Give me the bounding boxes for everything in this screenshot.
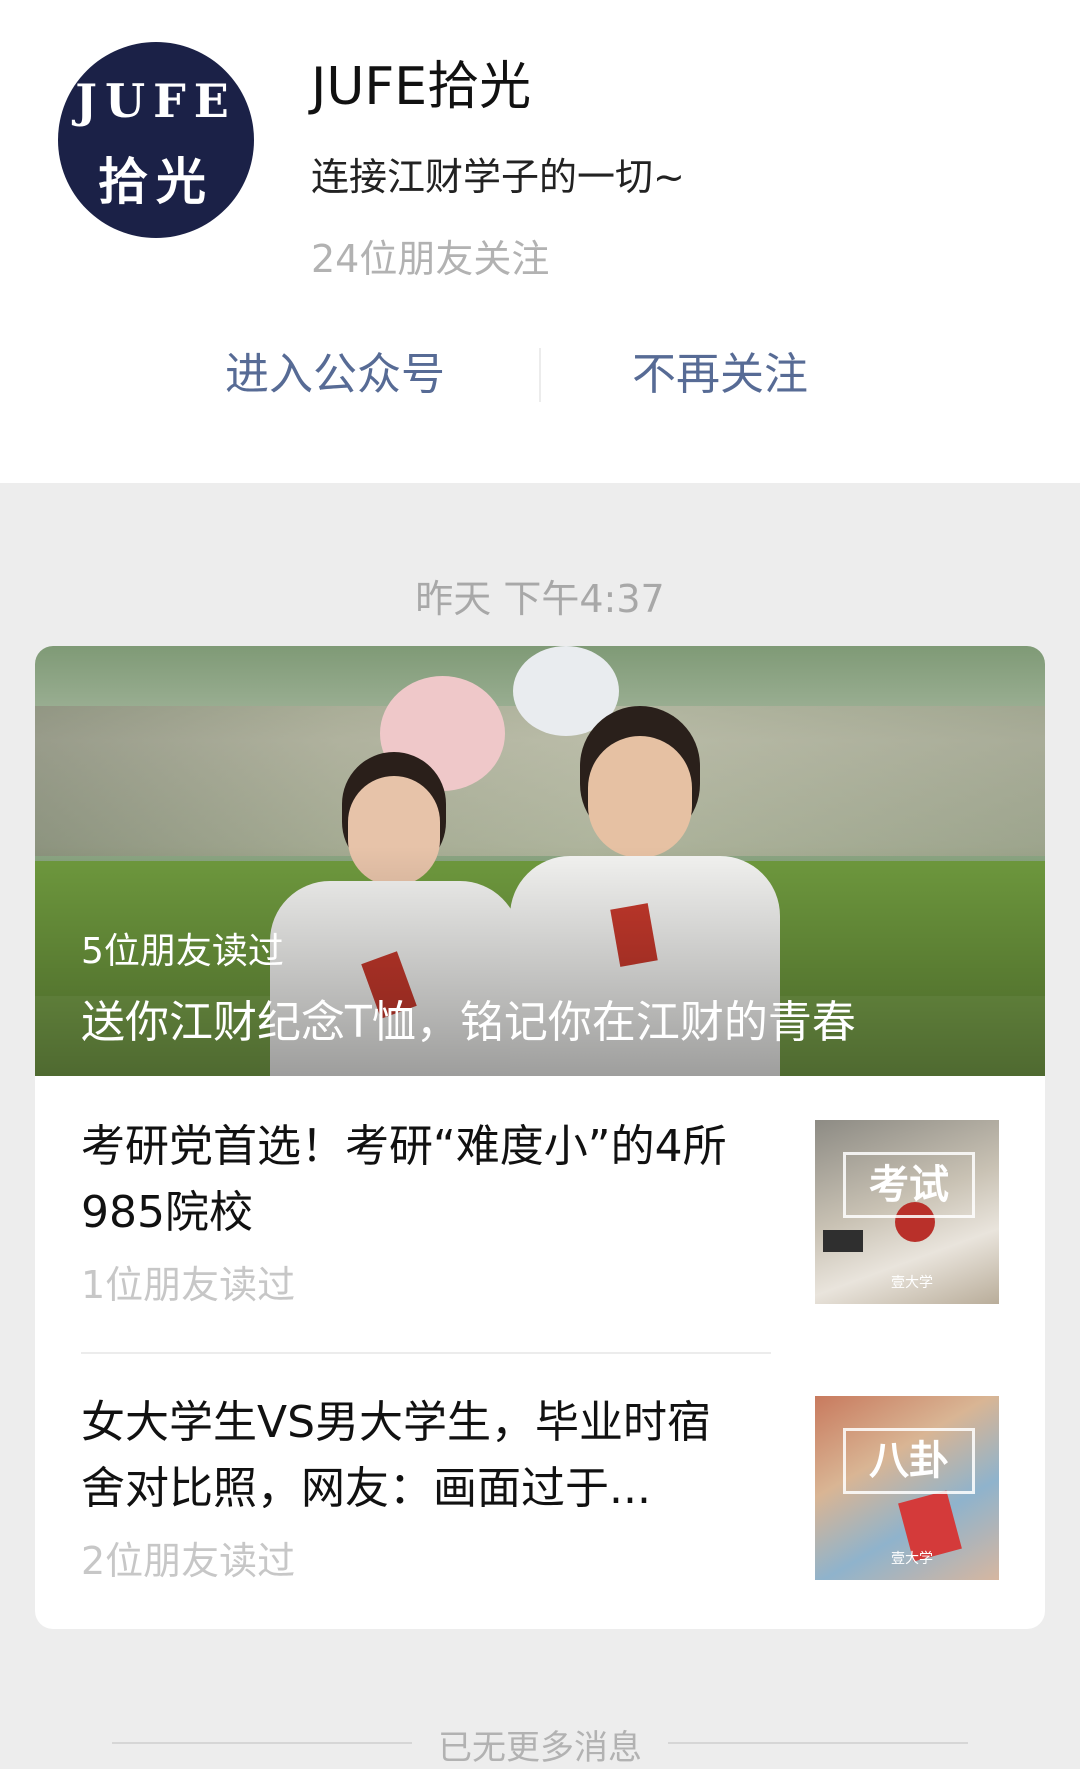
hero-read-count: 5位朋友读过: [81, 931, 284, 972]
article-title: 考研党首选！考研“难度小”的4所985院校: [81, 1121, 727, 1238]
unfollow-button[interactable]: 不再关注: [540, 340, 900, 410]
article-item[interactable]: 考研党首选！考研“难度小”的4所985院校 1位朋友读过 考试 壹大学: [35, 1076, 1045, 1321]
thumbnail-logo: 壹大学: [891, 1551, 933, 1567]
article-card: 5位朋友读过 送你江财纪念T恤，铭记你在江财的青春 考研党首选！考研“难度小”的…: [35, 646, 1045, 1629]
hero-title: 送你江财纪念T恤，铭记你在江财的青春: [81, 997, 856, 1048]
clock-icon: [823, 1230, 863, 1252]
enter-account-button[interactable]: 进入公众号: [140, 340, 530, 410]
hero-article[interactable]: 5位朋友读过 送你江财纪念T恤，铭记你在江财的青春: [35, 646, 1045, 1076]
no-more-messages: 已无更多消息: [438, 1728, 642, 1768]
article-read-count: 2位朋友读过: [81, 1539, 296, 1583]
account-name: JUFE拾光: [311, 57, 532, 117]
thumbnail-tag: 八卦: [843, 1428, 975, 1494]
thumbnail-logo: 壹大学: [891, 1275, 933, 1291]
account-description: 连接江财学子的一切~: [311, 155, 685, 199]
avatar-line1: JUFE: [75, 74, 237, 128]
article-thumbnail: 八卦 壹大学: [815, 1396, 999, 1580]
account-header: JUFE 拾光 JUFE拾光 连接江财学子的一切~ 24位朋友关注 进入公众号 …: [0, 0, 1080, 483]
article-title: 女大学生VS男大学生，毕业时宿舍对比照，网友：画面过于...: [81, 1397, 712, 1514]
thumbnail-tag: 考试: [843, 1152, 975, 1218]
message-timestamp: 昨天 下午4:37: [415, 577, 665, 621]
article-item[interactable]: 女大学生VS男大学生，毕业时宿舍对比照，网友：画面过于... 2位朋友读过 八卦…: [35, 1352, 1045, 1597]
article-read-count: 1位朋友读过: [81, 1263, 296, 1307]
avatar-line2: 拾光: [98, 152, 214, 211]
article-thumbnail: 考试 壹大学: [815, 1120, 999, 1304]
friends-following-count: 24位朋友关注: [311, 237, 550, 281]
account-avatar[interactable]: JUFE 拾光: [58, 42, 254, 238]
